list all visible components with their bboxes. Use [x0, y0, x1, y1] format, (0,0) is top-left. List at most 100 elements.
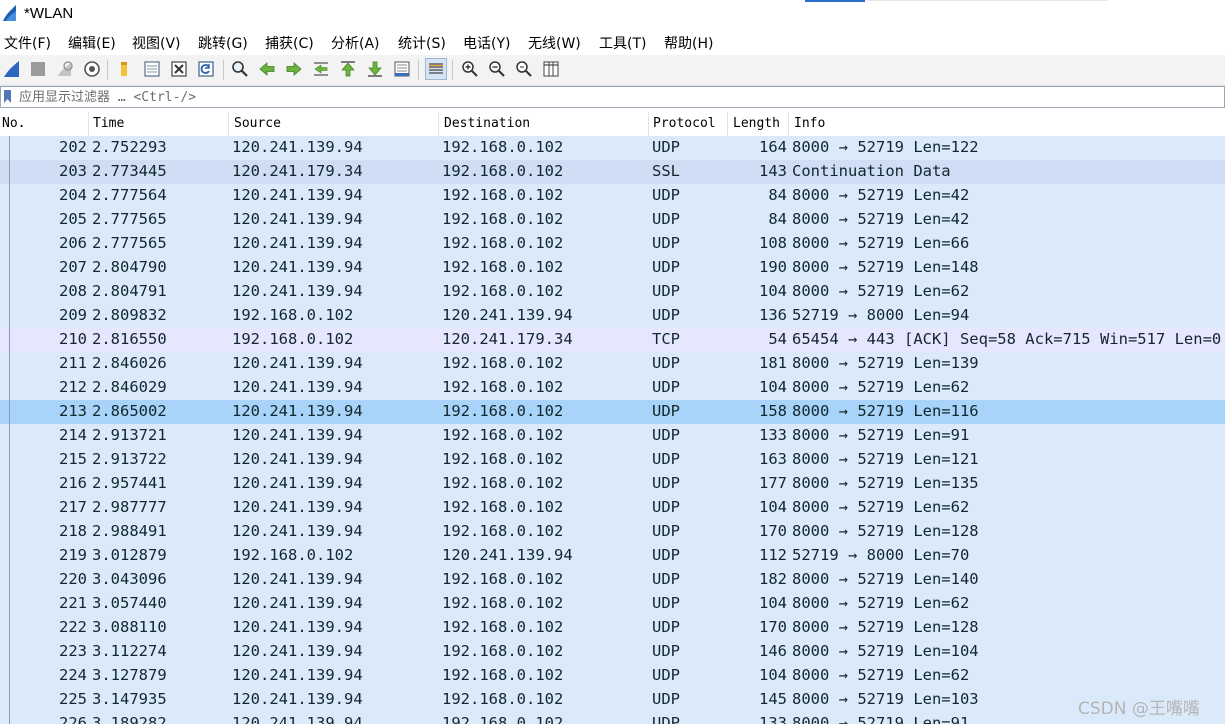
packet-length: 170 [759, 522, 787, 540]
column-header-protocol[interactable]: Protocol [653, 116, 716, 131]
packet-length: 163 [759, 450, 787, 468]
packet-row[interactable]: 225 3.147935 120.241.139.94 192.168.0.102 UD… [0, 688, 1225, 712]
related-packet-indicator [9, 472, 10, 496]
column-header-length[interactable]: Length [733, 116, 780, 131]
packet-row[interactable]: 224 3.127879 120.241.139.94 192.168.0.102 UD… [0, 664, 1225, 688]
packet-source: 120.241.139.94 [232, 714, 363, 724]
packet-time: 3.088110 [92, 618, 167, 636]
packet-row[interactable]: 217 2.987777 120.241.139.94 192.168.0.102 UD… [0, 496, 1225, 520]
packet-destination: 192.168.0.102 [442, 570, 564, 588]
column-divider[interactable] [228, 112, 229, 136]
packet-row[interactable]: 226 3.189282 120.241.139.94 192.168.0.102 UD… [0, 712, 1225, 724]
menu-wireless[interactable]: 无线(W) [528, 33, 581, 53]
packet-row[interactable]: 215 2.913722 120.241.139.94 192.168.0.102 UD… [0, 448, 1225, 472]
go-to-packet-icon[interactable] [310, 58, 332, 80]
column-header-info[interactable]: Info [794, 116, 825, 131]
reload-file-icon[interactable] [195, 58, 217, 80]
column-divider[interactable] [438, 112, 439, 136]
packet-time: 2.816550 [92, 330, 167, 348]
column-header-time[interactable]: Time [93, 116, 124, 131]
related-packet-indicator [9, 712, 10, 724]
go-back-icon[interactable] [256, 58, 278, 80]
column-header-destination[interactable]: Destination [444, 116, 530, 131]
wireshark-logo-icon [3, 5, 16, 21]
packet-destination: 192.168.0.102 [442, 474, 564, 492]
packet-length: 104 [759, 594, 787, 612]
packet-row[interactable]: 221 3.057440 120.241.139.94 192.168.0.102 UD… [0, 592, 1225, 616]
packet-info: Continuation Data [792, 162, 951, 180]
packet-row[interactable]: 216 2.957441 120.241.139.94 192.168.0.102 UD… [0, 472, 1225, 496]
column-divider[interactable] [788, 112, 789, 136]
packet-row[interactable]: 206 2.777565 120.241.139.94 192.168.0.102 UD… [0, 232, 1225, 256]
open-file-icon[interactable] [113, 58, 135, 80]
packet-row[interactable]: 219 3.012879 192.168.0.102 120.241.139.94 UD… [0, 544, 1225, 568]
packet-info: 8000 → 52719 Len=91 [792, 714, 970, 724]
menu-edit[interactable]: 编辑(E) [68, 33, 116, 53]
menu-tools[interactable]: 工具(T) [599, 33, 646, 53]
packet-time: 3.147935 [92, 690, 167, 708]
menu-capture[interactable]: 捕获(C) [265, 33, 314, 53]
packet-time: 2.957441 [92, 474, 167, 492]
packet-row[interactable]: 220 3.043096 120.241.139.94 192.168.0.102 UD… [0, 568, 1225, 592]
capture-options-icon[interactable] [81, 58, 103, 80]
packet-source: 120.241.179.34 [232, 162, 363, 180]
close-file-icon[interactable] [168, 58, 190, 80]
packet-row[interactable]: 209 2.809832 192.168.0.102 120.241.139.94 UD… [0, 304, 1225, 328]
packet-row[interactable]: 223 3.112274 120.241.139.94 192.168.0.102 UD… [0, 640, 1225, 664]
display-filter-input[interactable] [19, 88, 1219, 106]
packet-info: 8000 → 52719 Len=121 [792, 450, 979, 468]
stop-capture-icon[interactable] [27, 58, 49, 80]
packet-time: 2.865002 [92, 402, 167, 420]
packet-source: 120.241.139.94 [232, 618, 363, 636]
packet-row-selected[interactable]: 213 2.865002 120.241.139.94 192.168.0.102 UD… [0, 400, 1225, 424]
column-divider[interactable] [88, 112, 89, 136]
packet-row[interactable]: 203 2.773445 120.241.179.34 192.168.0.102 SS… [0, 160, 1225, 184]
packet-protocol: UDP [652, 138, 680, 156]
packet-row[interactable]: 212 2.846029 120.241.139.94 192.168.0.102 UD… [0, 376, 1225, 400]
packet-time: 2.846026 [92, 354, 167, 372]
resize-columns-icon[interactable] [540, 58, 562, 80]
packet-destination: 192.168.0.102 [442, 354, 564, 372]
packet-row[interactable]: 205 2.777565 120.241.139.94 192.168.0.102 UD… [0, 208, 1225, 232]
find-packet-icon[interactable] [229, 58, 251, 80]
packet-row[interactable]: 210 2.816550 192.168.0.102 120.241.179.34 TC… [0, 328, 1225, 352]
colorize-icon[interactable] [425, 58, 447, 80]
menu-statistics[interactable]: 统计(S) [398, 33, 446, 53]
packet-row[interactable]: 218 2.988491 120.241.139.94 192.168.0.102 UD… [0, 520, 1225, 544]
column-header-source[interactable]: Source [234, 116, 281, 131]
restart-capture-icon[interactable] [54, 58, 76, 80]
column-divider[interactable] [727, 112, 728, 136]
packet-row[interactable]: 207 2.804790 120.241.139.94 192.168.0.102 UD… [0, 256, 1225, 280]
save-file-icon[interactable] [141, 58, 163, 80]
packet-length: 104 [759, 282, 787, 300]
auto-scroll-icon[interactable] [391, 58, 413, 80]
related-packet-indicator [9, 424, 10, 448]
shark-start-icon[interactable] [1, 58, 23, 80]
column-header-no[interactable]: No. [2, 116, 25, 131]
packet-row[interactable]: 208 2.804791 120.241.139.94 192.168.0.102 UD… [0, 280, 1225, 304]
bookmark-icon[interactable] [4, 90, 11, 103]
packet-row[interactable]: 204 2.777564 120.241.139.94 192.168.0.102 UD… [0, 184, 1225, 208]
zoom-out-icon[interactable] [486, 58, 508, 80]
menu-analyze[interactable]: 分析(A) [331, 33, 380, 53]
menu-telephony[interactable]: 电话(Y) [463, 33, 510, 53]
zoom-in-icon[interactable] [459, 58, 481, 80]
packet-row[interactable]: 211 2.846026 120.241.139.94 192.168.0.102 UD… [0, 352, 1225, 376]
last-packet-icon[interactable] [364, 58, 386, 80]
column-divider[interactable] [648, 112, 649, 136]
menu-view[interactable]: 视图(V) [132, 33, 181, 53]
packet-source: 120.241.139.94 [232, 498, 363, 516]
first-packet-icon[interactable] [337, 58, 359, 80]
packet-no: 212 [59, 378, 87, 396]
packet-row[interactable]: 214 2.913721 120.241.139.94 192.168.0.102 UD… [0, 424, 1225, 448]
normal-size-icon[interactable] [513, 58, 535, 80]
go-forward-icon[interactable] [283, 58, 305, 80]
packet-row[interactable]: 222 3.088110 120.241.139.94 192.168.0.102 UD… [0, 616, 1225, 640]
menu-help[interactable]: 帮助(H) [664, 33, 713, 53]
menu-go[interactable]: 跳转(G) [198, 33, 248, 53]
packet-no: 207 [59, 258, 87, 276]
packet-time: 2.987777 [92, 498, 167, 516]
packet-no: 213 [59, 402, 87, 420]
menu-file[interactable]: 文件(F) [4, 33, 51, 53]
packet-row[interactable]: 202 2.752293 120.241.139.94 192.168.0.102 UD… [0, 136, 1225, 160]
